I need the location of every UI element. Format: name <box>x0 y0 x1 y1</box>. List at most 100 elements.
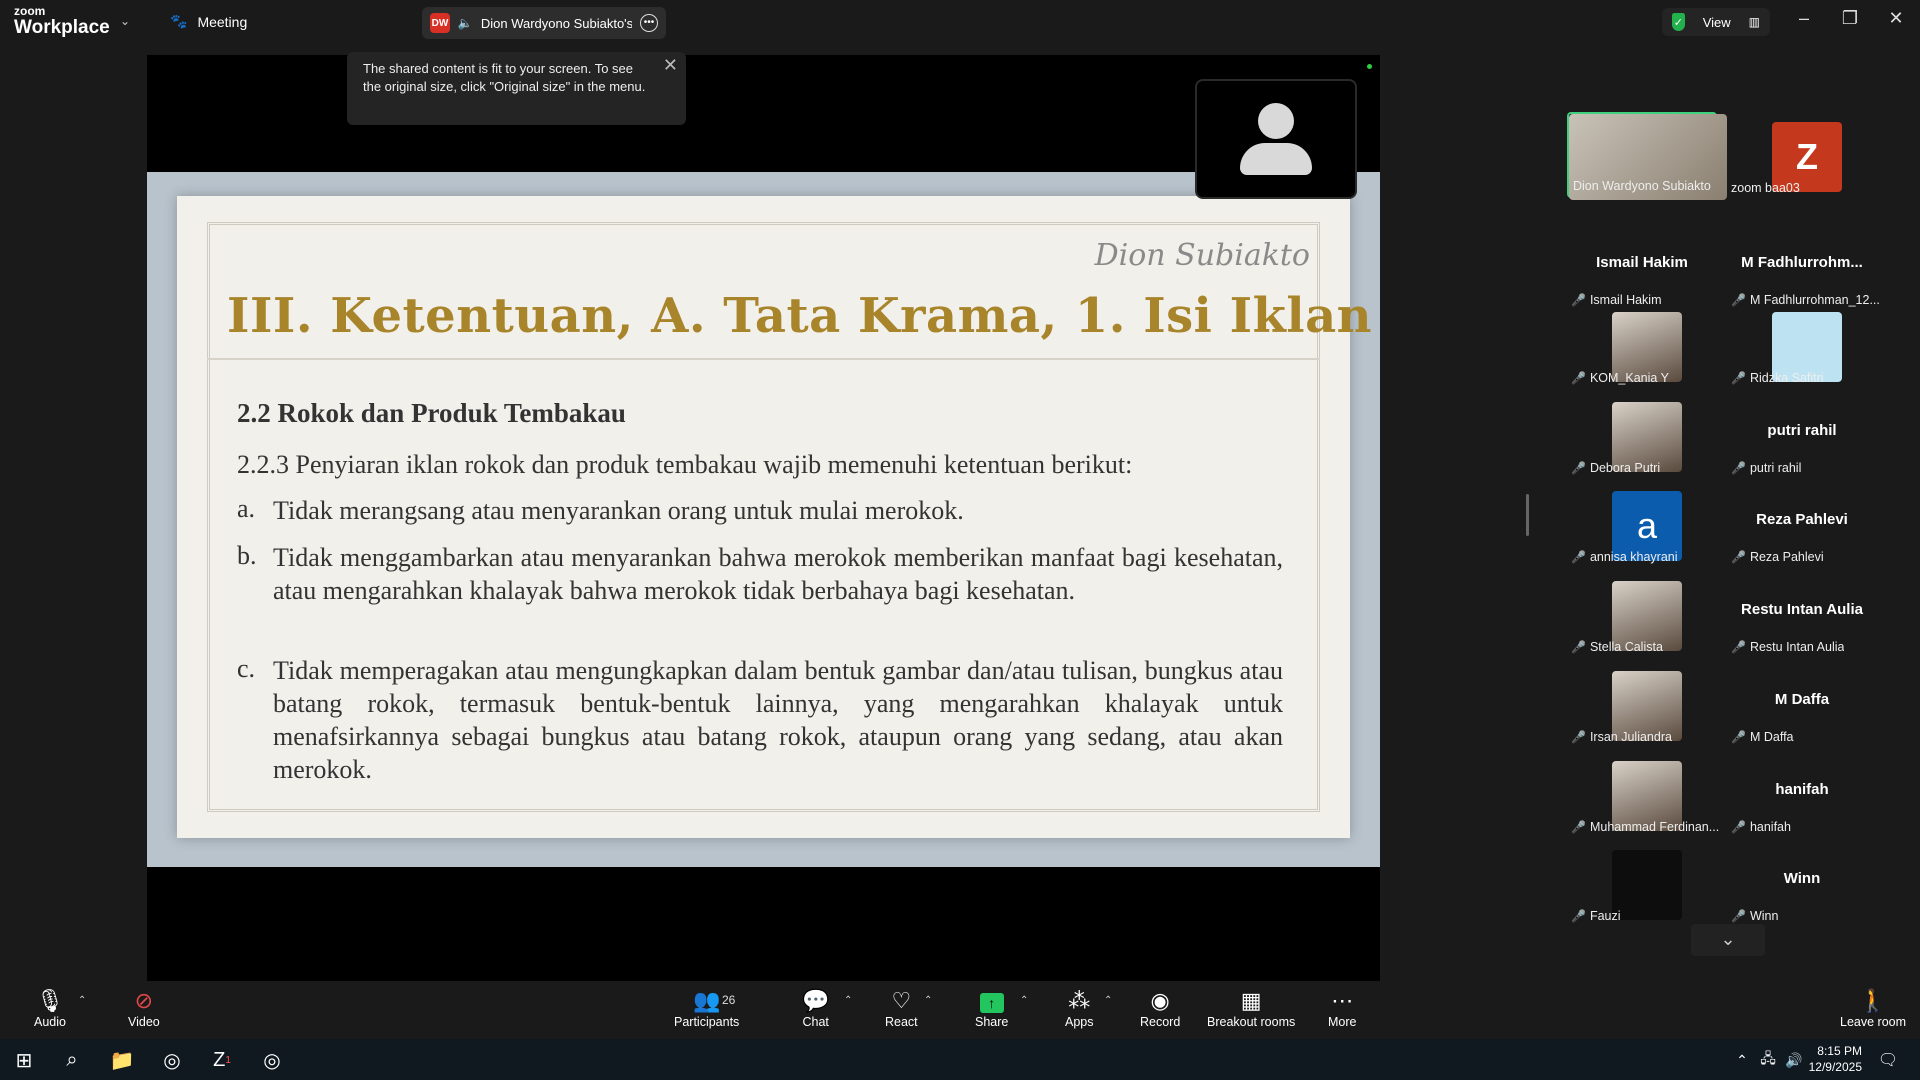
participant-tile[interactable]: M Fadhlurrohm... 🎤 M Fadhlurrohman_12... <box>1727 224 1880 310</box>
participant-tile[interactable]: 🎤 KOM_Kania Y <box>1567 302 1717 388</box>
participant-name: KOM_Kania Y <box>1589 371 1669 385</box>
participant-tile[interactable]: M Daffa 🎤 M Daffa <box>1727 661 1877 747</box>
more-button[interactable]: ⋯ More <box>1328 987 1356 1029</box>
tab-meeting[interactable]: 🐾 Meeting <box>170 13 247 30</box>
fit-screen-notice: The shared content is fit to your screen… <box>347 52 686 125</box>
participant-label: 🎤 Reza Pahlevi <box>1731 550 1824 564</box>
participant-tile[interactable]: 🎤 Stella Calista <box>1567 571 1717 657</box>
video-label: Video <box>128 1015 160 1029</box>
participant-label: 🎤 KOM_Kania Y <box>1571 371 1669 385</box>
participant-name: Irsan Juliandra <box>1589 730 1672 744</box>
grid-icon: ▥ <box>1748 15 1760 29</box>
tab-shared-screen-label: Dion Wardyono Subiakto's sc <box>480 15 633 31</box>
logo-big-text: Workplace <box>14 17 110 38</box>
breakout-rooms-button[interactable]: ▦ Breakout rooms <box>1207 987 1295 1029</box>
record-button[interactable]: ◉ Record <box>1140 987 1180 1029</box>
more-options-icon[interactable]: ••• <box>640 14 659 32</box>
video-button[interactable]: ⊘ Video <box>128 987 160 1029</box>
video-off-icon: ⊘ <box>134 988 154 1013</box>
item-text: Tidak menggambarkan atau menyarankan bah… <box>273 543 1283 605</box>
record-icon: ◉ <box>1150 988 1170 1013</box>
self-view-tile[interactable] <box>1195 79 1357 199</box>
chevron-up-icon[interactable]: ⌃ <box>924 995 932 1006</box>
apps-label: Apps <box>1065 1015 1094 1029</box>
participant-tile[interactable]: Zzoom baa03 <box>1727 112 1877 198</box>
participant-tile[interactable]: 🎤 Fauzi <box>1567 840 1717 926</box>
paw-icon: 🐾 <box>170 13 188 29</box>
participant-label: 🎤 Irsan Juliandra <box>1571 730 1672 744</box>
participant-tile[interactable]: hanifah 🎤 hanifah <box>1727 751 1877 837</box>
chrome-profile-icon[interactable]: ◎ <box>254 1044 290 1076</box>
audio-button[interactable]: 🎙 Audio <box>34 987 66 1029</box>
participant-label: 🎤 M Daffa <box>1731 730 1794 744</box>
apps-icon: ⁂ <box>1068 988 1091 1013</box>
participant-label: 🎤 Restu Intan Aulia <box>1731 640 1844 654</box>
participant-tile[interactable]: 🎤 Debora Putri <box>1567 392 1717 478</box>
chat-button[interactable]: 💬 Chat <box>802 987 829 1029</box>
zoom-logo[interactable]: zoom Workplace <box>14 5 110 37</box>
participant-tile[interactable]: 🎤 Muhammad Ferdinan... <box>1567 751 1719 837</box>
close-icon[interactable]: ✕ <box>663 56 678 74</box>
slide-divider <box>207 358 1320 360</box>
apps-button[interactable]: ⁂ Apps <box>1065 987 1094 1029</box>
scroll-down-button[interactable]: ⌄ <box>1691 924 1765 956</box>
file-explorer-icon[interactable]: 📁 <box>104 1044 140 1076</box>
view-button[interactable]: ✓ View ▥ <box>1662 8 1770 36</box>
participant-display-name: Reza Pahlevi <box>1756 511 1848 528</box>
item-letter: a. <box>237 494 256 523</box>
notifications-icon[interactable]: 🗨 <box>1870 1044 1906 1076</box>
maximize-icon[interactable]: ❐ <box>1830 8 1870 29</box>
participant-tile[interactable]: 🎤 Ridzka Safitri <box>1727 302 1877 388</box>
react-button[interactable]: ♡ React <box>885 987 918 1029</box>
participant-name: annisa khayrani <box>1589 550 1678 564</box>
volume-icon[interactable]: 🔊 <box>1776 1044 1812 1076</box>
participant-label: 🎤 putri rahil <box>1731 461 1801 475</box>
item-text: Tidak merangsang atau menyarankan orang … <box>273 496 964 525</box>
zoom-app-icon[interactable]: Z1 <box>204 1044 240 1076</box>
tab-shared-screen[interactable]: DW 🔈 Dion Wardyono Subiakto's sc ••• <box>422 7 666 39</box>
participant-label: 🎤 Winn <box>1731 909 1778 923</box>
chevron-down-icon: ⌄ <box>1720 929 1736 949</box>
chevron-down-icon[interactable]: ⌄ <box>120 14 130 28</box>
participant-tile[interactable]: Reza Pahlevi 🎤 Reza Pahlevi <box>1727 481 1877 567</box>
participant-label: 🎤 Debora Putri <box>1571 461 1660 475</box>
participant-tile[interactable]: Restu Intan Aulia 🎤 Restu Intan Aulia <box>1727 571 1877 657</box>
panel-resize-handle[interactable] <box>1526 494 1529 536</box>
participant-label: Dion Wardyono Subiakto <box>1573 179 1711 193</box>
mic-muted-icon: 🎤 <box>1571 909 1586 923</box>
participant-tile[interactable]: a 🎤 annisa khayrani <box>1567 481 1717 567</box>
participant-tile[interactable]: Ismail Hakim 🎤 Ismail Hakim <box>1567 224 1717 310</box>
participant-tile[interactable]: Dion Wardyono Subiakto <box>1567 112 1727 200</box>
clock-date: 12/9/2025 <box>1808 1060 1862 1074</box>
chrome-icon[interactable]: ◎ <box>154 1044 190 1076</box>
leave-room-button[interactable]: 🚶 Leave room <box>1840 987 1906 1029</box>
slide-card: Dion Subiakto III. Ketentuan, A. Tata Kr… <box>177 196 1372 838</box>
windows-start-icon[interactable]: ⊞ <box>6 1044 42 1076</box>
chevron-up-icon[interactable]: ⌃ <box>844 995 852 1006</box>
clock-time: 8:15 PM <box>1817 1044 1862 1058</box>
participant-name: Fauzi <box>1589 909 1621 923</box>
mic-muted-icon: 🎤 <box>1731 371 1746 385</box>
participant-name: Dion Wardyono Subiakto <box>1573 179 1711 193</box>
close-icon[interactable]: ✕ <box>1876 8 1916 29</box>
item-letter: c. <box>237 654 256 683</box>
chat-icon: 💬 <box>802 988 830 1013</box>
slide-intro: 2.2.3 Penyiaran iklan rokok dan produk t… <box>237 450 1133 479</box>
share-button[interactable]: ↑ Share <box>975 987 1008 1029</box>
participant-tile[interactable]: 🎤 Irsan Juliandra <box>1567 661 1717 747</box>
shield-check-icon[interactable]: ✓ <box>1672 13 1685 31</box>
mic-muted-icon: 🎤 <box>1731 640 1746 654</box>
participant-tile[interactable]: Winn 🎤 Winn <box>1727 840 1877 926</box>
chevron-up-icon[interactable]: ⌃ <box>1104 995 1112 1006</box>
participant-tile[interactable]: putri rahil 🎤 putri rahil <box>1727 392 1877 478</box>
participant-name: Winn <box>1749 909 1779 923</box>
minimize-icon[interactable]: – <box>1784 8 1824 29</box>
participant-name: putri rahil <box>1749 461 1802 475</box>
participant-display-name: Winn <box>1783 870 1821 887</box>
chevron-up-icon[interactable]: ⌃ <box>78 995 86 1006</box>
chat-label: Chat <box>802 1015 829 1029</box>
chevron-up-icon[interactable]: ⌃ <box>1020 995 1028 1006</box>
search-icon[interactable]: ⌕ <box>54 1044 90 1076</box>
system-clock[interactable]: 8:15 PM 12/9/2025 <box>1809 1043 1862 1075</box>
mic-muted-icon: 🎤 <box>1571 820 1586 834</box>
